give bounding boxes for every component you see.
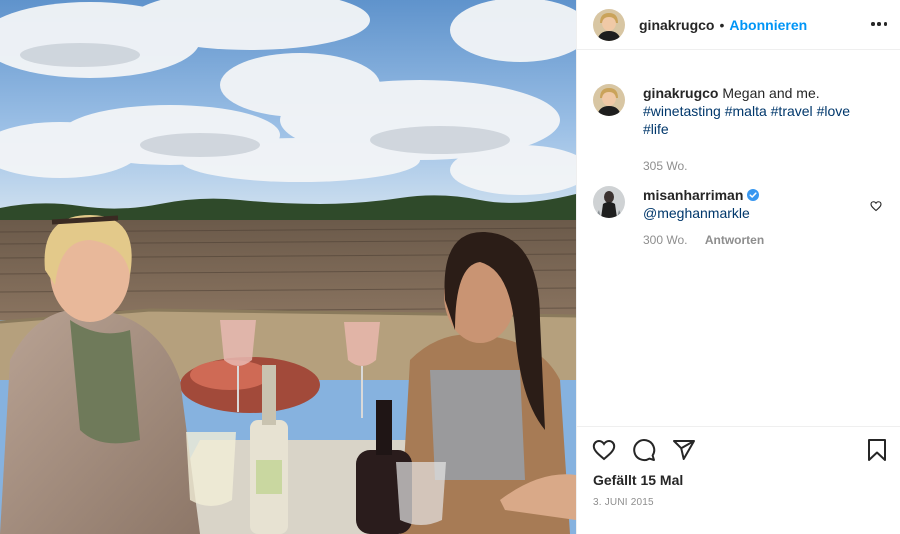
caption-profile-photo-icon[interactable]	[593, 84, 625, 116]
action-icons-group	[592, 438, 696, 462]
send-icon[interactable]	[672, 438, 696, 462]
comment-item: misanharriman @meghanmarkle 300 Wo. Antw…	[593, 186, 883, 248]
instagram-post: ginakrugco • Abonnieren ginakrugco Megan…	[0, 0, 900, 534]
hashtag-link[interactable]: #winetasting	[643, 103, 721, 119]
likes-count[interactable]: Gefällt 15 Mal	[593, 472, 683, 488]
comment-meta: 300 Wo. Antworten	[643, 232, 865, 248]
comment-like-heart-icon[interactable]	[870, 200, 882, 212]
post-photo[interactable]	[0, 0, 576, 534]
post-side-panel: ginakrugco • Abonnieren ginakrugco Megan…	[576, 0, 900, 534]
post-date[interactable]: 3. JUNI 2015	[593, 497, 654, 508]
profile-photo-icon[interactable]	[593, 8, 625, 41]
hashtag-link[interactable]: #malta	[725, 103, 767, 119]
comment-body: misanharriman @meghanmarkle 300 Wo. Antw…	[643, 186, 865, 248]
more-options-icon[interactable]	[871, 16, 887, 32]
more-dot	[871, 22, 875, 26]
post-actions-bar: Gefällt 15 Mal 3. JUNI 2015	[577, 426, 900, 534]
hashtag-link[interactable]: #travel	[771, 103, 813, 119]
caption-meta: 305 Wo.	[643, 158, 865, 174]
caption-message: Megan and me.	[722, 85, 820, 101]
caption-body: ginakrugco Megan and me. #winetasting #m…	[643, 84, 865, 174]
comment-username[interactable]: misanharriman	[643, 187, 743, 203]
hashtag-link[interactable]: #life	[643, 121, 669, 137]
caption-text: ginakrugco Megan and me. #winetasting #m…	[643, 84, 865, 138]
mention-link[interactable]: @meghanmarkle	[643, 205, 750, 221]
heart-icon[interactable]	[592, 438, 616, 462]
caption-age[interactable]: 305 Wo.	[643, 159, 687, 173]
more-dot	[877, 22, 881, 26]
bookmark-icon[interactable]	[865, 438, 889, 462]
comment-age[interactable]: 300 Wo.	[643, 233, 687, 247]
commenter-profile-photo-icon[interactable]	[593, 186, 625, 218]
reply-button[interactable]: Antworten	[705, 233, 764, 247]
photo-illustration	[0, 0, 576, 534]
follow-button[interactable]: Abonnieren	[729, 17, 807, 33]
header-separator: •	[719, 16, 725, 33]
hashtag-link[interactable]: #love	[817, 103, 850, 119]
caption-username[interactable]: ginakrugco	[643, 85, 718, 101]
comment-text: misanharriman @meghanmarkle	[643, 186, 865, 222]
verified-badge-icon	[747, 189, 760, 201]
post-header: ginakrugco • Abonnieren	[577, 0, 900, 50]
post-author-username[interactable]: ginakrugco	[639, 17, 714, 33]
caption-block: ginakrugco Megan and me. #winetasting #m…	[593, 84, 883, 174]
more-dot	[883, 22, 887, 26]
comment-icon[interactable]	[632, 438, 656, 462]
